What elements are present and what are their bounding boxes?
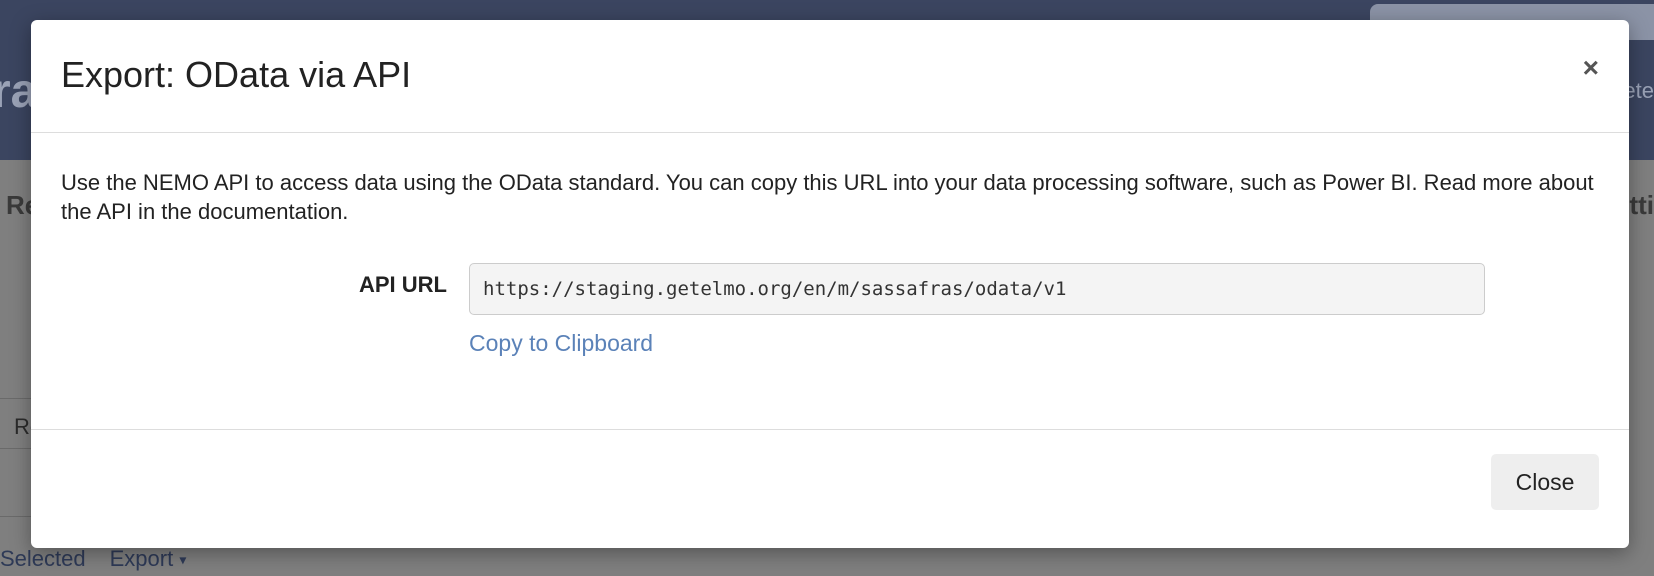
background-bottom-bar: Selected Export ▾: [0, 546, 186, 572]
api-url-label: API URL: [359, 272, 447, 297]
close-button[interactable]: Close: [1491, 454, 1599, 510]
background-selected-link: Selected: [0, 546, 86, 571]
caret-down-icon: ▾: [179, 551, 187, 568]
background-heading-right: tti: [1629, 190, 1654, 220]
api-url-field[interactable]: https://staging.getelmo.org/en/m/sassafr…: [469, 263, 1485, 315]
copy-to-clipboard-link[interactable]: Copy to Clipboard: [469, 330, 653, 357]
background-export-label: Export: [109, 546, 174, 571]
close-icon[interactable]: ×: [1583, 54, 1599, 82]
modal-body: Use the NEMO API to access data using th…: [31, 134, 1629, 430]
background-export-dropdown: Export ▾: [110, 546, 187, 572]
modal-footer: Close: [31, 430, 1629, 548]
export-odata-modal: Export: OData via API × Use the NEMO API…: [31, 20, 1629, 548]
modal-description: Use the NEMO API to access data using th…: [61, 170, 1594, 224]
modal-title: Export: OData via API: [61, 54, 412, 95]
modal-header: Export: OData via API ×: [31, 20, 1629, 133]
